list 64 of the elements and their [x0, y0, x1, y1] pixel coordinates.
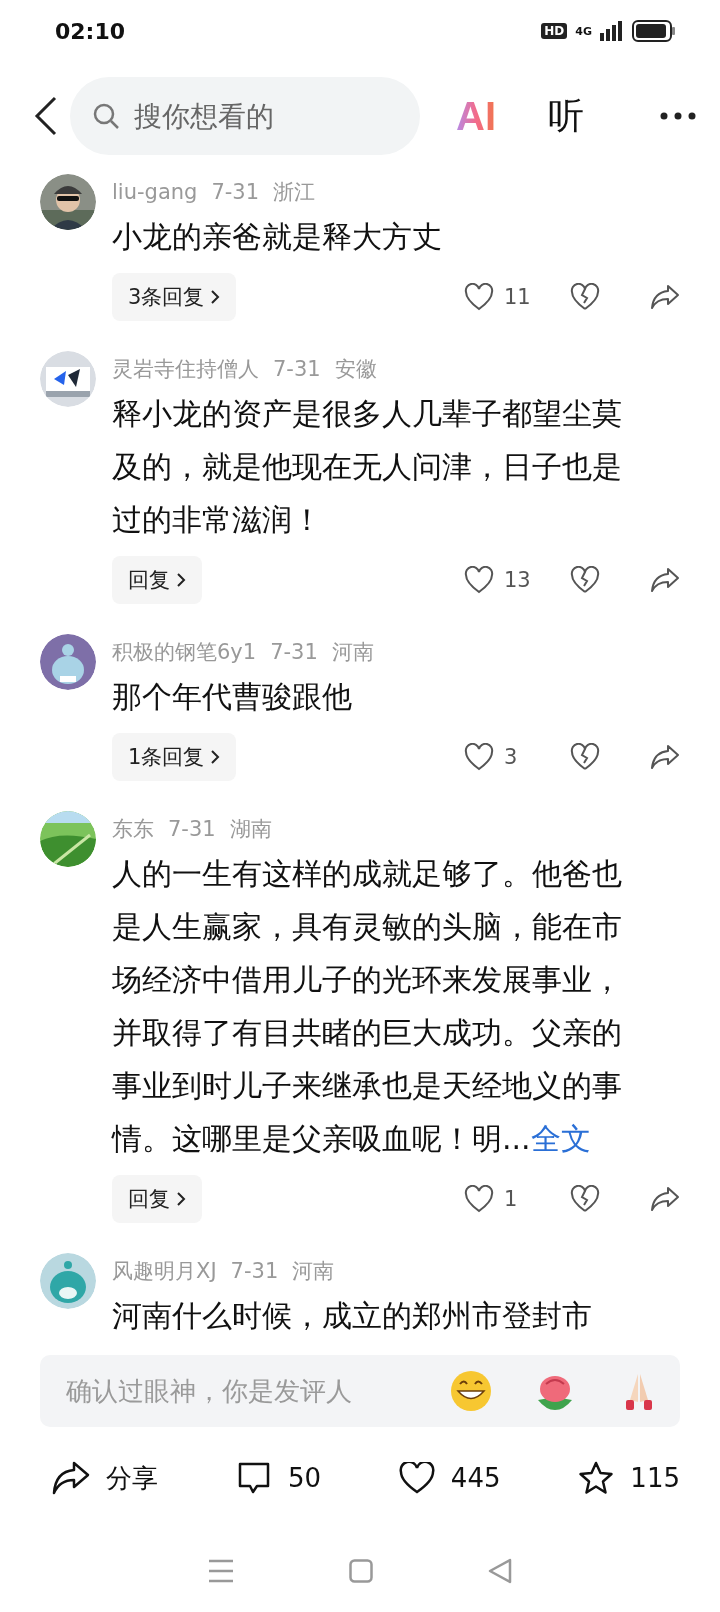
share-icon	[52, 1461, 90, 1495]
heart-icon	[464, 283, 494, 311]
comment-text: 那个年代曹骏跟他	[112, 678, 353, 716]
comment-date: 7-31	[168, 817, 216, 841]
chevron-icon	[210, 749, 221, 765]
back-nav-icon[interactable]	[488, 1557, 513, 1584]
comment-text: 小龙的亲爸就是释大方丈	[112, 218, 443, 256]
comment-text: 人的一生有这样的成就足够了。他爸也是人生赢家，具有灵敏的头脑，能在市场经济中借用儿子的光环来发展事业，并取得了有目共睹的巨大成功。父亲的事业到时儿子来继承也是天经地义的事情。这哪里是父亲吸血呢！明...全文	[112, 855, 623, 1158]
grin-face-icon[interactable]	[450, 1370, 492, 1412]
comment-region: 河南	[331, 639, 374, 666]
chevron-icon	[176, 1191, 186, 1207]
battery-icon	[632, 20, 676, 42]
comments-button[interactable]: 50	[235, 1461, 321, 1495]
search-bar[interactable]: 搜你想看的	[70, 77, 420, 155]
like-button[interactable]: 1	[464, 1185, 556, 1213]
heart-icon	[464, 743, 494, 771]
comment-date: 7-31	[230, 1259, 279, 1283]
full-text-link[interactable]: 全文	[530, 1121, 591, 1156]
reply-button[interactable]: 回复	[112, 556, 202, 604]
comment-text: 释小龙的资产是很多人几辈子都望尘莫及的，就是他现在无人问津，日子也是过的非常滋润！	[112, 395, 623, 539]
comment-text: 河南什么时候，成立的郑州市登封市	[112, 1297, 593, 1335]
signal-icon	[600, 21, 624, 41]
like-button[interactable]: 3	[464, 743, 556, 771]
heart-icon	[398, 1462, 435, 1494]
broken-heart-icon[interactable]	[570, 1185, 600, 1213]
chevron-icon	[176, 572, 186, 588]
comment-region: 安徽	[334, 356, 377, 383]
reply-button[interactable]: 回复	[112, 1175, 202, 1223]
heart-icon	[464, 1185, 494, 1213]
like-button[interactable]: 13	[464, 566, 556, 594]
share-icon[interactable]	[650, 284, 680, 310]
status-time: 02:10	[55, 18, 126, 44]
hd-badge: HD	[541, 23, 568, 39]
share-icon[interactable]	[650, 567, 680, 593]
like-count-button[interactable]: 445	[398, 1462, 501, 1494]
search-icon	[92, 102, 120, 130]
home-icon[interactable]	[349, 1558, 373, 1583]
star-icon	[578, 1461, 615, 1495]
broken-heart-icon[interactable]	[570, 283, 600, 311]
comment-date: 7-31	[211, 180, 260, 204]
reply-button[interactable]: 3条回复	[112, 273, 237, 321]
comment-bar[interactable]: 确认过眼神，你是发评人	[40, 1355, 680, 1427]
back-icon[interactable]	[34, 96, 58, 136]
comment-region: 湖南	[229, 816, 272, 843]
chevron-icon	[210, 289, 221, 305]
share-icon[interactable]	[650, 744, 680, 770]
like-button[interactable]: 11	[464, 283, 556, 311]
comment-region: 河南	[292, 1258, 335, 1285]
listen-button[interactable]: 听	[548, 91, 584, 141]
comment-date: 7-31	[273, 357, 321, 381]
reply-button[interactable]: 1条回复	[112, 733, 237, 781]
comment-date: 7-31	[270, 640, 318, 664]
share-button[interactable]: 分享	[52, 1460, 158, 1496]
favorite-button[interactable]: 115	[578, 1461, 680, 1495]
search-field[interactable]: 搜你想看的	[132, 98, 376, 134]
comment-field[interactable]: 确认过眼神，你是发评人	[64, 1375, 450, 1407]
broken-heart-icon[interactable]	[570, 566, 600, 594]
share-icon[interactable]	[650, 1186, 680, 1212]
broken-heart-icon[interactable]	[570, 743, 600, 771]
comment-region: 浙江	[273, 179, 316, 206]
more-icon[interactable]	[660, 112, 696, 120]
network-type: 4G	[575, 24, 592, 38]
heart-icon	[464, 566, 494, 594]
menu-icon[interactable]	[207, 1558, 234, 1583]
